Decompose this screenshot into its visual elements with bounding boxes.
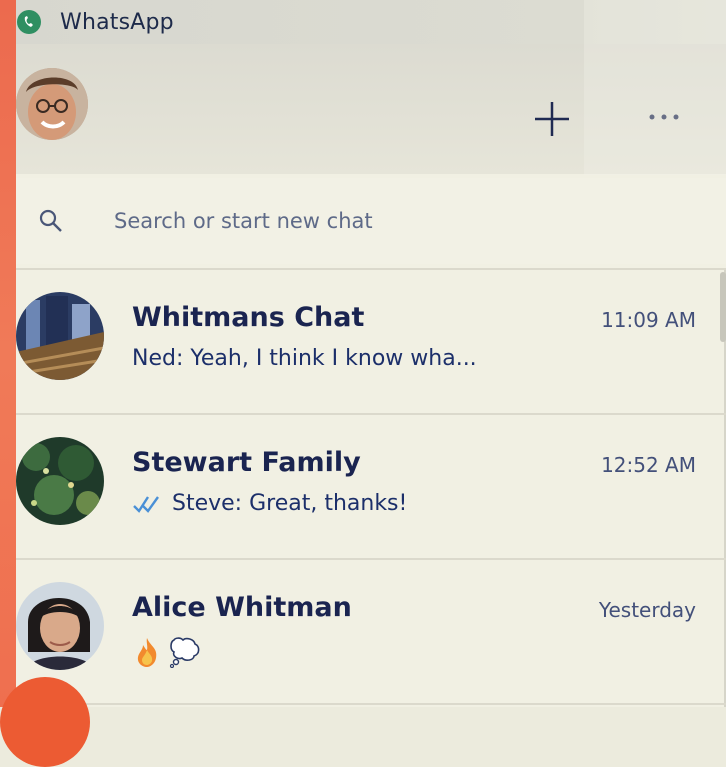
chat-preview — [132, 636, 202, 668]
new-chat-button[interactable] — [530, 97, 574, 141]
speech-bubble-icon — [169, 637, 200, 668]
chat-time: 11:09 AM — [601, 308, 696, 332]
chat-row-whitmans-chat[interactable]: Whitmans Chat 11:09 AM Ned: Yeah, I thin… — [16, 268, 726, 415]
chat-preview: Ned: Yeah, I think I know wha... — [132, 346, 477, 371]
double-check-icon — [133, 495, 159, 513]
search-icon — [39, 209, 62, 232]
group-avatar — [16, 292, 104, 380]
chat-name: Alice Whitman — [132, 592, 352, 623]
chat-preview-text: Ned: Yeah, I think I know wha... — [132, 346, 477, 371]
chat-time: 12:52 AM — [601, 453, 696, 477]
chat-list: Whitmans Chat 11:09 AM Ned: Yeah, I thin… — [16, 268, 726, 705]
plus-icon — [535, 102, 569, 136]
chat-preview: Steve: Great, thanks! — [132, 491, 407, 516]
search-input[interactable] — [112, 200, 676, 242]
header-shade — [584, 0, 726, 175]
fire-icon — [137, 638, 157, 667]
accent-stripe — [0, 0, 16, 707]
chat-time: Yesterday — [598, 598, 696, 622]
chat-preview-text: Steve: Great, thanks! — [172, 491, 408, 516]
search-bar — [16, 178, 726, 264]
whatsapp-logo-icon — [16, 9, 42, 35]
contact-avatar — [16, 582, 104, 670]
chat-name: Whitmans Chat — [132, 302, 365, 333]
chat-row-stewart-family[interactable]: Stewart Family 12:52 AM Steve: Great, th… — [16, 415, 726, 560]
group-avatar — [16, 437, 104, 525]
user-avatar[interactable] — [16, 68, 88, 140]
accent-blob — [0, 677, 90, 767]
chat-row-alice-whitman[interactable]: Alice Whitman Yesterday — [16, 560, 726, 705]
app-title: WhatsApp — [60, 9, 174, 35]
app-window: WhatsApp Search or start new chat Whitma… — [16, 0, 726, 707]
chat-name: Stewart Family — [132, 447, 361, 478]
